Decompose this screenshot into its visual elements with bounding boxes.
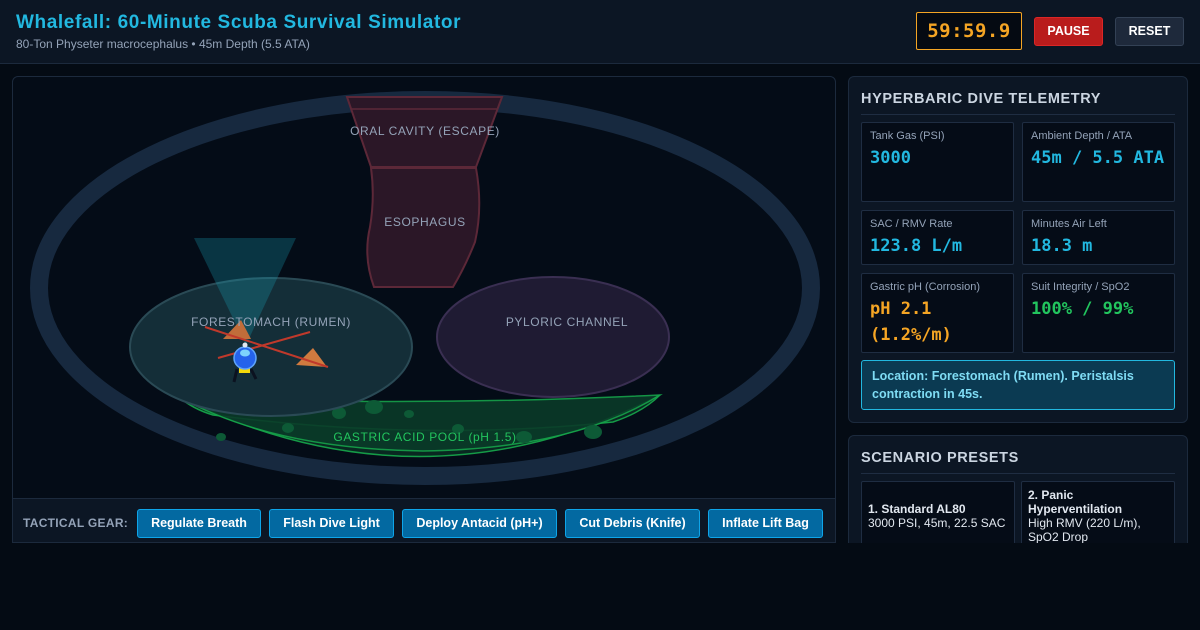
simulation-panel: ORAL CAVITY (ESCAPE) ESOPHAGUS FORESTOMA… [12, 76, 836, 543]
header-bar: Whalefall: 60-Minute Scuba Survival Simu… [0, 0, 1200, 64]
stat-value: 123.8 L/m [870, 236, 963, 256]
label-pyloric-channel: PYLORIC CHANNEL [506, 315, 628, 329]
stat-gastric-ph: Gastric pH (Corrosion) pH 2.1 (1.2%/m) [861, 273, 1014, 353]
stat-value: 3000 [870, 148, 911, 168]
stat-sac-rate: SAC / RMV Rate 123.8 L/m [861, 210, 1014, 265]
stat-ambient-depth: Ambient Depth / ATA 45m / 5.5 ATA [1022, 122, 1175, 202]
stat-label: Suit Integrity / SpO2 [1031, 281, 1130, 293]
inflate-lift-bag-button[interactable]: Inflate Lift Bag [708, 509, 823, 538]
telemetry-divider [861, 114, 1175, 115]
whale-cross-section-map[interactable]: ORAL CAVITY (ESCAPE) ESOPHAGUS FORESTOMA… [13, 77, 836, 498]
preset-name: 2. Panic Hyperventilation [1028, 488, 1123, 516]
stat-label: SAC / RMV Rate [870, 218, 953, 230]
label-forestomach: FORESTOMACH (RUMEN) [191, 315, 351, 329]
tactical-gear-label: TACTICAL GEAR: [23, 516, 129, 530]
stat-label: Minutes Air Left [1031, 218, 1107, 230]
stat-label: Ambient Depth / ATA [1031, 130, 1133, 142]
countdown-timer: 59:59.9 [916, 12, 1022, 50]
presets-divider [861, 473, 1175, 474]
deploy-antacid-button[interactable]: Deploy Antacid (pH+) [402, 509, 557, 538]
stat-minutes-air-left: Minutes Air Left 18.3 m [1022, 210, 1175, 265]
telemetry-title: HYPERBARIC DIVE TELEMETRY [861, 91, 1102, 107]
stat-suit-integrity: Suit Integrity / SpO2 100% / 99% [1022, 273, 1175, 353]
preset-desc: High RMV (220 L/m), SpO2 Drop [1028, 516, 1141, 544]
telemetry-panel: HYPERBARIC DIVE TELEMETRY Tank Gas (PSI)… [848, 76, 1188, 423]
app-root: Whalefall: 60-Minute Scuba Survival Simu… [0, 0, 1200, 630]
stat-value: 100% / 99% [1031, 299, 1134, 319]
location-status-message: Location: Forestomach (Rumen). Peristals… [861, 360, 1175, 410]
stat-value: pH 2.1 (1.2%/m) [870, 299, 952, 345]
stat-tank-gas: Tank Gas (PSI) 3000 [861, 122, 1014, 202]
forestomach-region[interactable] [129, 277, 413, 417]
page-bottom-background [0, 543, 1200, 630]
regulate-breath-button[interactable]: Regulate Breath [137, 509, 261, 538]
label-esophagus: ESOPHAGUS [384, 215, 465, 229]
cut-debris-button[interactable]: Cut Debris (Knife) [565, 509, 700, 538]
pyloric-channel-region[interactable] [436, 276, 670, 398]
stat-label: Gastric pH (Corrosion) [870, 281, 981, 293]
flash-dive-light-button[interactable]: Flash Dive Light [269, 509, 394, 538]
label-oral-cavity: ORAL CAVITY (ESCAPE) [350, 124, 500, 138]
label-acid-pool: GASTRIC ACID POOL (pH 1.5) [333, 430, 516, 444]
stat-value: 18.3 m [1031, 236, 1093, 256]
pause-button[interactable]: PAUSE [1034, 17, 1103, 46]
preset-name: 1. Standard AL80 [868, 502, 966, 516]
preset-desc: 3000 PSI, 45m, 22.5 SAC [868, 516, 1006, 530]
page-title: Whalefall: 60-Minute Scuba Survival Simu… [16, 12, 462, 33]
page-subtitle: 80-Ton Physeter macrocephalus • 45m Dept… [16, 37, 310, 51]
stat-value: 45m / 5.5 ATA [1031, 148, 1165, 168]
reset-button[interactable]: RESET [1115, 17, 1184, 46]
tactical-gear-bar: TACTICAL GEAR: Regulate Breath Flash Div… [13, 498, 835, 542]
scenario-presets-panel: SCENARIO PRESETS 1. Standard AL80 3000 P… [848, 435, 1188, 555]
stat-label: Tank Gas (PSI) [870, 130, 945, 142]
presets-title: SCENARIO PRESETS [861, 450, 1019, 466]
